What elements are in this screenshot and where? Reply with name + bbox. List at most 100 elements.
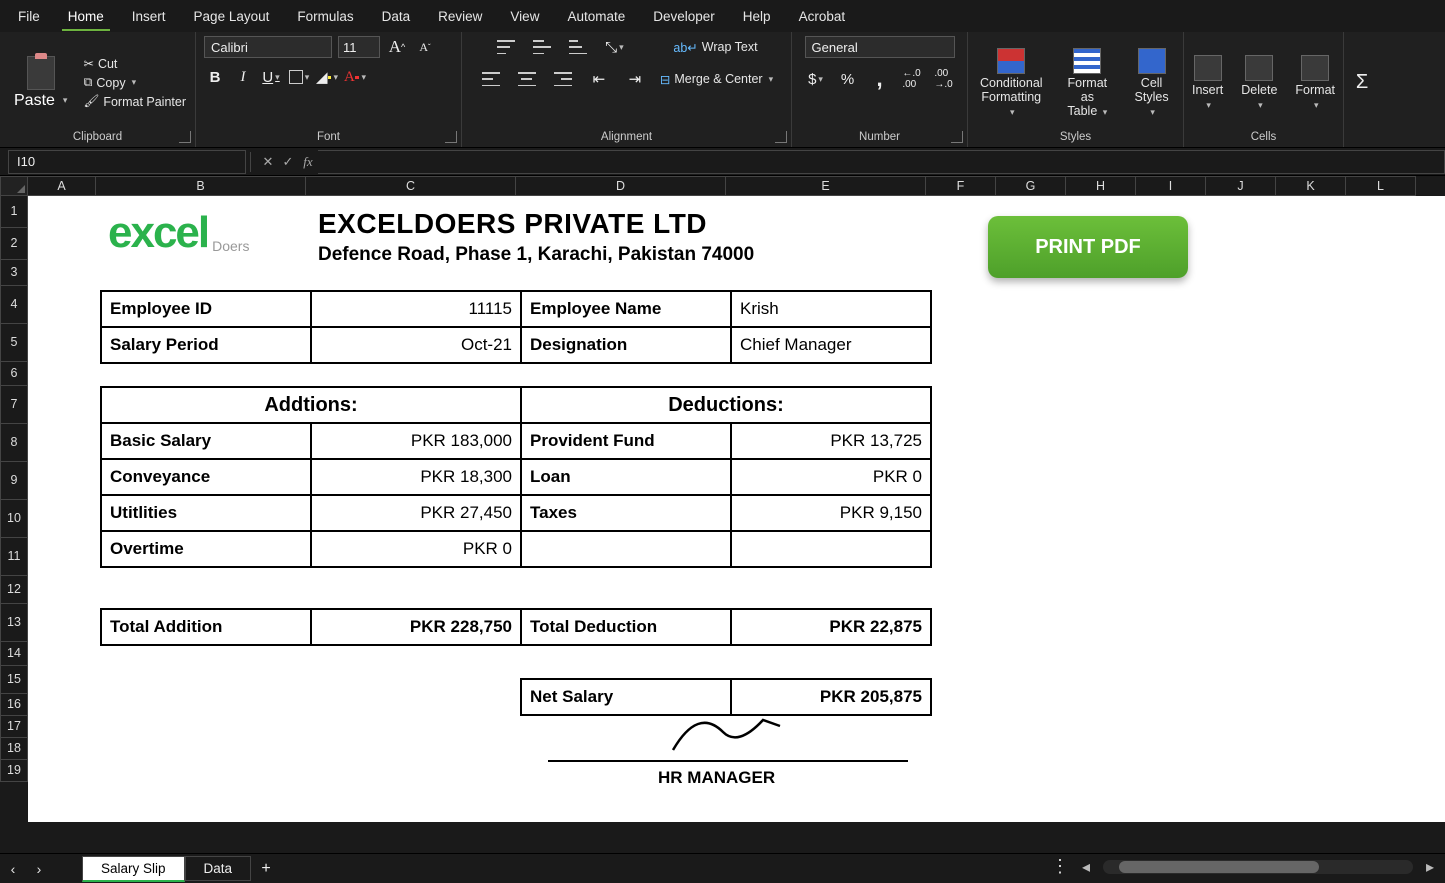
select-all-button[interactable] <box>0 176 28 196</box>
fill-color-button[interactable]: ◢▾ <box>316 66 338 88</box>
enter-formula-button[interactable]: ✓ <box>278 154 298 170</box>
decrease-indent-button[interactable]: ⇤ <box>588 68 610 90</box>
decrease-decimal-button[interactable]: .00→.0 <box>933 68 955 90</box>
insert-cells-button[interactable]: Insert▾ <box>1188 55 1227 111</box>
menu-item-review[interactable]: Review <box>424 3 496 30</box>
row-header-14[interactable]: 14 <box>0 642 28 666</box>
menu-item-insert[interactable]: Insert <box>118 3 180 30</box>
percent-button[interactable]: % <box>837 68 859 90</box>
decrease-font-button[interactable]: Aˇ <box>414 36 436 58</box>
align-top-button[interactable] <box>495 36 517 58</box>
column-header-D[interactable]: D <box>516 176 726 196</box>
add-sheet-button[interactable]: + <box>251 860 281 878</box>
merge-center-button[interactable]: ⊟Merge & Center▾ <box>660 72 773 87</box>
cancel-formula-button[interactable]: ✕ <box>258 154 278 170</box>
row-header-9[interactable]: 9 <box>0 462 28 500</box>
menu-item-home[interactable]: Home <box>54 3 118 30</box>
row-header-7[interactable]: 7 <box>0 386 28 424</box>
row-header-3[interactable]: 3 <box>0 260 28 286</box>
print-pdf-button[interactable]: PRINT PDF <box>988 216 1188 278</box>
scroll-thumb[interactable] <box>1119 861 1319 873</box>
dialog-launcher-icon[interactable] <box>445 131 457 143</box>
orientation-button[interactable]: ⤡▾ <box>603 36 625 58</box>
row-header-6[interactable]: 6 <box>0 362 28 386</box>
align-bottom-button[interactable] <box>567 36 589 58</box>
sheet-tab-data[interactable]: Data <box>185 856 252 881</box>
column-header-I[interactable]: I <box>1136 176 1206 196</box>
scroll-track[interactable] <box>1103 860 1413 874</box>
row-header-12[interactable]: 12 <box>0 576 28 604</box>
row-header-16[interactable]: 16 <box>0 694 28 716</box>
column-header-E[interactable]: E <box>726 176 926 196</box>
align-center-button[interactable] <box>516 68 538 90</box>
row-header-1[interactable]: 1 <box>0 196 28 228</box>
sheet-tab-salary-slip[interactable]: Salary Slip <box>82 856 185 882</box>
menu-item-view[interactable]: View <box>496 3 553 30</box>
scroll-right-button[interactable]: ▸ <box>1423 860 1437 874</box>
menu-item-formulas[interactable]: Formulas <box>283 3 367 30</box>
cut-button[interactable]: ✂Cut <box>83 56 186 71</box>
row-header-10[interactable]: 10 <box>0 500 28 538</box>
row-header-5[interactable]: 5 <box>0 324 28 362</box>
column-header-K[interactable]: K <box>1276 176 1346 196</box>
menu-item-acrobat[interactable]: Acrobat <box>785 3 860 30</box>
row-header-2[interactable]: 2 <box>0 228 28 260</box>
dialog-launcher-icon[interactable] <box>951 131 963 143</box>
increase-font-button[interactable]: A^ <box>386 36 408 58</box>
row-header-11[interactable]: 11 <box>0 538 28 576</box>
conditional-formatting-button[interactable]: ConditionalFormatting ▾ <box>976 48 1047 118</box>
currency-button[interactable]: $▾ <box>805 68 827 90</box>
format-as-table-button[interactable]: Format asTable ▾ <box>1059 48 1117 118</box>
format-painter-button[interactable]: 🖌Format Painter <box>83 94 186 109</box>
column-header-G[interactable]: G <box>996 176 1066 196</box>
column-header-C[interactable]: C <box>306 176 516 196</box>
row-header-8[interactable]: 8 <box>0 424 28 462</box>
increase-indent-button[interactable]: ⇥ <box>624 68 646 90</box>
row-header-15[interactable]: 15 <box>0 666 28 694</box>
align-right-button[interactable] <box>552 68 574 90</box>
font-size-select[interactable] <box>338 36 380 58</box>
column-header-A[interactable]: A <box>28 176 96 196</box>
menu-item-help[interactable]: Help <box>729 3 785 30</box>
dialog-launcher-icon[interactable] <box>775 131 787 143</box>
bold-button[interactable]: B <box>204 66 226 88</box>
underline-button[interactable]: U▾ <box>260 66 282 88</box>
scroll-left-button[interactable]: ◂ <box>1079 860 1093 874</box>
align-left-button[interactable] <box>480 68 502 90</box>
column-header-H[interactable]: H <box>1066 176 1136 196</box>
comma-button[interactable]: , <box>869 68 891 90</box>
menu-item-page-layout[interactable]: Page Layout <box>180 3 284 30</box>
formula-input[interactable] <box>318 150 1445 174</box>
delete-cells-button[interactable]: Delete▾ <box>1237 55 1281 111</box>
menu-item-developer[interactable]: Developer <box>639 3 729 30</box>
format-cells-button[interactable]: Format▾ <box>1291 55 1339 111</box>
tab-nav-prev-button[interactable]: ‹ <box>0 861 26 877</box>
italic-button[interactable]: I <box>232 66 254 88</box>
column-header-B[interactable]: B <box>96 176 306 196</box>
dialog-launcher-icon[interactable] <box>179 131 191 143</box>
autosum-button[interactable]: Σ <box>1352 71 1372 93</box>
fx-button[interactable]: fx <box>298 154 318 170</box>
column-header-L[interactable]: L <box>1346 176 1416 196</box>
paste-button[interactable]: Paste▾ <box>8 52 73 114</box>
number-format-select[interactable] <box>805 36 955 58</box>
menu-item-file[interactable]: File <box>4 3 54 30</box>
copy-button[interactable]: ⧉Copy▾ <box>83 75 186 90</box>
borders-button[interactable]: ▾ <box>288 66 310 88</box>
row-header-19[interactable]: 19 <box>0 760 28 782</box>
wrap-text-button[interactable]: ab↵Wrap Text <box>673 40 757 55</box>
row-header-17[interactable]: 17 <box>0 716 28 738</box>
tab-nav-next-button[interactable]: › <box>26 861 52 877</box>
font-color-button[interactable]: A▾ <box>344 66 366 88</box>
menu-item-data[interactable]: Data <box>368 3 425 30</box>
row-header-18[interactable]: 18 <box>0 738 28 760</box>
row-header-4[interactable]: 4 <box>0 286 28 324</box>
column-header-F[interactable]: F <box>926 176 996 196</box>
name-box[interactable] <box>8 150 246 174</box>
font-name-select[interactable] <box>204 36 332 58</box>
menu-item-automate[interactable]: Automate <box>553 3 639 30</box>
increase-decimal-button[interactable]: ←.0.00 <box>901 68 923 90</box>
cell-styles-button[interactable]: CellStyles ▾ <box>1128 48 1175 118</box>
worksheet-grid[interactable]: excel Doers EXCELDOERS PRIVATE LTD Defen… <box>28 196 1445 822</box>
column-header-J[interactable]: J <box>1206 176 1276 196</box>
